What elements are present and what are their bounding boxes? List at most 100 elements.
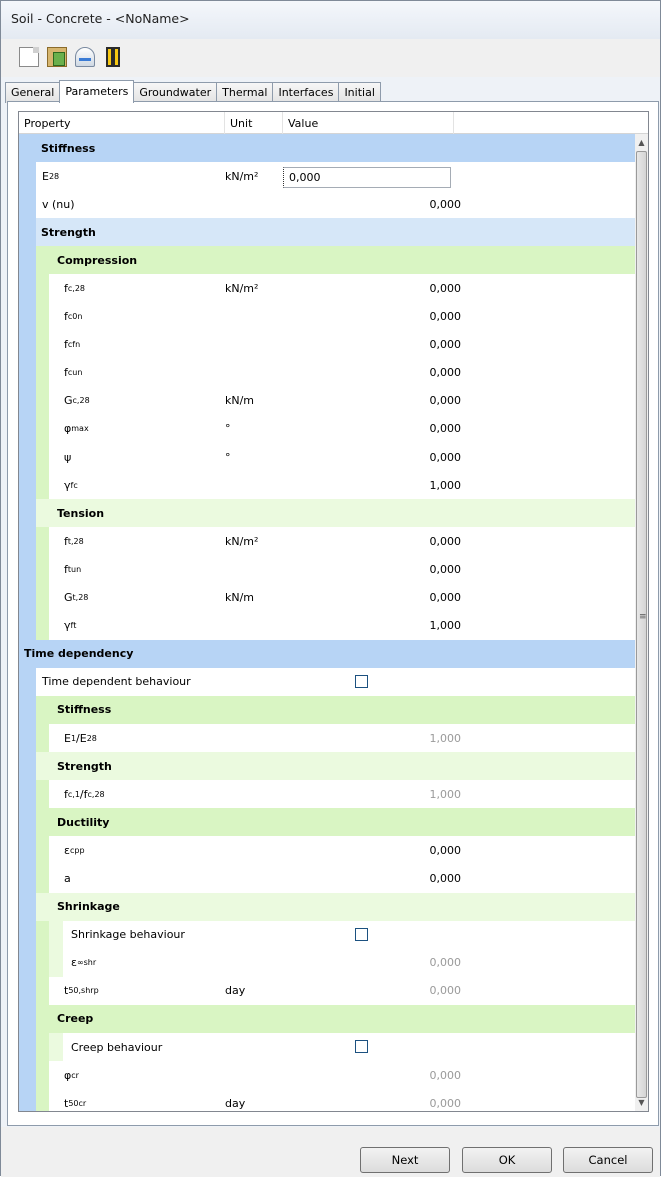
subgroup-header[interactable]: Tension bbox=[19, 499, 637, 528]
indent-stripe bbox=[36, 527, 49, 556]
property-label: f tun bbox=[64, 555, 81, 583]
unit-label: day bbox=[225, 1096, 246, 1110]
property-subscript: cun bbox=[67, 368, 83, 378]
property-row[interactable]: φ cr 0,000 bbox=[19, 1061, 637, 1090]
group-header[interactable]: Stiffness bbox=[19, 134, 637, 163]
property-row[interactable]: t 50,shr p day 0,000 bbox=[19, 976, 637, 1005]
unit-label: day bbox=[225, 984, 246, 998]
unit-label: kN/m bbox=[225, 591, 255, 605]
checkbox[interactable] bbox=[355, 1040, 368, 1053]
subgroup-label: Strength bbox=[57, 759, 112, 773]
scroll-up-icon[interactable]: ▲ bbox=[635, 134, 648, 151]
header-value[interactable]: Value bbox=[283, 112, 454, 134]
tab-initial[interactable]: Initial bbox=[338, 82, 381, 103]
property-row[interactable]: γ ft 1,000 bbox=[19, 611, 637, 640]
property-row[interactable]: f c0n 0,000 bbox=[19, 302, 637, 331]
property-row[interactable]: Creep behaviour bbox=[19, 1033, 637, 1062]
paste-icon[interactable] bbox=[47, 47, 67, 67]
property-row[interactable]: f t,28 kN/m² 0,000 bbox=[19, 527, 637, 556]
group-header[interactable]: Time dependency bbox=[19, 639, 637, 668]
book-icon[interactable] bbox=[106, 47, 120, 67]
property-row[interactable]: Time dependent behaviour bbox=[19, 667, 637, 696]
cancel-button[interactable]: Cancel bbox=[563, 1147, 653, 1173]
value-cell[interactable]: 0,000 bbox=[430, 387, 462, 415]
value-cell[interactable]: 0,000 bbox=[430, 415, 462, 443]
header-property[interactable]: Property bbox=[19, 112, 225, 134]
grip-icon: ≡ bbox=[639, 612, 647, 622]
value-cell[interactable]: 0,000 bbox=[430, 303, 462, 331]
property-row[interactable]: v (nu) 0,000 bbox=[19, 190, 637, 219]
property-row[interactable]: f c,1/f c,28 1,000 bbox=[19, 780, 637, 809]
database-icon[interactable] bbox=[75, 47, 95, 67]
property-row[interactable]: E 28 kN/m² 0,000 bbox=[19, 162, 637, 191]
checkbox[interactable] bbox=[355, 674, 368, 688]
tab-thermal[interactable]: Thermal bbox=[216, 82, 274, 103]
scroll-down-icon[interactable]: ▼ bbox=[635, 1094, 648, 1111]
property-label: φ cr bbox=[64, 1061, 79, 1089]
subgroup-header[interactable]: Strength bbox=[19, 752, 637, 781]
property-subscript: c,28 bbox=[87, 789, 105, 799]
checkbox[interactable] bbox=[355, 927, 368, 941]
property-symbol: /f bbox=[79, 787, 88, 801]
value-cell[interactable]: 1,000 bbox=[430, 612, 462, 640]
property-row[interactable]: φ max ° 0,000 bbox=[19, 414, 637, 444]
property-row[interactable]: ε cp p 0,000 bbox=[19, 836, 637, 865]
subgroup-header[interactable]: Creep bbox=[19, 1004, 637, 1033]
property-row[interactable]: f tun 0,000 bbox=[19, 555, 637, 584]
value-cell[interactable]: 0,000 bbox=[430, 331, 462, 359]
subgroup-header[interactable]: Shrinkage bbox=[19, 892, 637, 921]
next-button[interactable]: Next bbox=[360, 1147, 450, 1173]
value-cell[interactable]: 0,000 bbox=[430, 584, 462, 612]
subgroup-header[interactable]: Compression bbox=[19, 246, 637, 275]
property-row[interactable]: Shrinkage behaviour bbox=[19, 920, 637, 949]
ok-button[interactable]: OK bbox=[462, 1147, 552, 1173]
toolbar bbox=[1, 39, 660, 77]
property-superscript: p bbox=[79, 845, 85, 855]
indent-stripe bbox=[19, 836, 36, 865]
property-row[interactable]: γ fc 1,000 bbox=[19, 471, 637, 500]
value-cell[interactable]: 0,000 bbox=[430, 443, 462, 471]
property-row[interactable]: E 1/E 28 1,000 bbox=[19, 723, 637, 753]
property-symbol: v (nu) bbox=[42, 197, 75, 211]
dialog-window: Soil - Concrete - <NoName> General Parame… bbox=[0, 0, 661, 1177]
indent-stripe bbox=[36, 723, 49, 753]
property-row[interactable]: t 50 cr day 0,000 bbox=[19, 1089, 637, 1111]
tab-interfaces[interactable]: Interfaces bbox=[272, 82, 340, 103]
subgroup-label: Tension bbox=[57, 506, 105, 520]
tab-groundwater[interactable]: Groundwater bbox=[133, 82, 218, 103]
subgroup-header[interactable]: Stiffness bbox=[19, 695, 637, 724]
property-row[interactable]: ε ∞ shr 0,000 bbox=[19, 948, 637, 977]
indent-stripe bbox=[36, 1089, 49, 1111]
value-input[interactable]: 0,000 bbox=[283, 167, 451, 189]
indent-stripe bbox=[36, 920, 49, 949]
group-header[interactable]: Strength bbox=[19, 218, 637, 247]
property-subscript: fc bbox=[70, 480, 78, 490]
value-cell[interactable]: 0,000 bbox=[430, 359, 462, 387]
property-row[interactable]: f cfn 0,000 bbox=[19, 330, 637, 359]
property-subscript: 28 bbox=[48, 171, 60, 181]
indent-stripe bbox=[19, 1004, 36, 1033]
header-unit[interactable]: Unit bbox=[225, 112, 283, 134]
property-row[interactable]: ψ ° 0,000 bbox=[19, 443, 637, 472]
subgroup-background bbox=[36, 808, 637, 837]
scrollbar-thumb[interactable]: ≡ bbox=[636, 151, 647, 1098]
value-cell[interactable]: 0,000 bbox=[430, 555, 462, 583]
value-cell[interactable]: 1,000 bbox=[430, 471, 462, 499]
value-cell[interactable]: 0,000 bbox=[430, 274, 462, 302]
tab-general[interactable]: General bbox=[5, 82, 61, 103]
subgroup-header[interactable]: Ductility bbox=[19, 808, 637, 837]
property-row[interactable]: f cun 0,000 bbox=[19, 358, 637, 387]
indent-stripe bbox=[19, 1089, 36, 1111]
new-document-icon[interactable] bbox=[19, 47, 39, 67]
value-cell[interactable]: 0,000 bbox=[430, 190, 462, 218]
property-row[interactable]: f c,28 kN/m² 0,000 bbox=[19, 274, 637, 303]
value-cell[interactable]: 0,000 bbox=[430, 527, 462, 555]
property-row[interactable]: Gc,28 kN/m 0,000 bbox=[19, 386, 637, 415]
value-cell[interactable]: 0,000 bbox=[430, 864, 462, 892]
property-row[interactable]: a 0,000 bbox=[19, 864, 637, 893]
value-cell[interactable]: 0,000 bbox=[430, 836, 462, 864]
tab-parameters[interactable]: Parameters bbox=[59, 80, 135, 103]
property-subscript: t,28 bbox=[72, 593, 89, 603]
vertical-scrollbar[interactable]: ▲ ≡ ▼ bbox=[635, 134, 648, 1111]
property-row[interactable]: Gt,28 kN/m 0,000 bbox=[19, 583, 637, 612]
